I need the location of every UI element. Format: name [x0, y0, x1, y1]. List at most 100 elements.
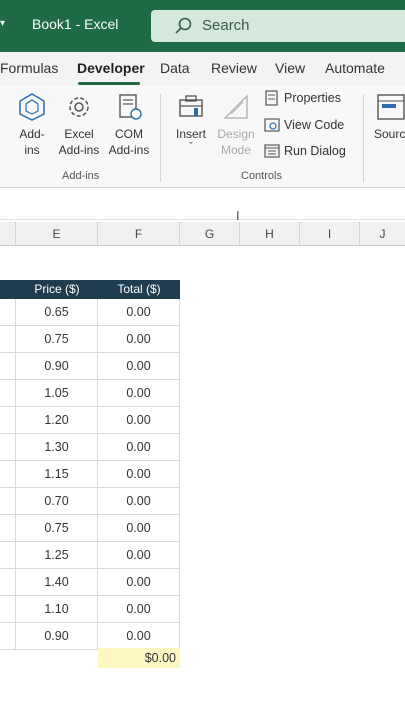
active-tab-indicator [78, 82, 140, 85]
search-box[interactable]: Search [151, 10, 405, 42]
total-cell[interactable]: 0.00 [98, 407, 180, 434]
table-cell-partial[interactable] [0, 326, 16, 353]
column-header-j[interactable]: J [360, 222, 405, 246]
tab-data[interactable]: Data [160, 60, 190, 76]
column-header-i[interactable]: I [300, 222, 360, 246]
xml-source-icon [377, 94, 405, 120]
total-cell[interactable]: 0.00 [98, 326, 180, 353]
column-header-g[interactable]: G [180, 222, 240, 246]
tab-view[interactable]: View [275, 60, 305, 76]
com-add-ins-icon [119, 94, 142, 120]
price-cell[interactable]: 0.90 [16, 353, 98, 380]
price-cell[interactable]: 0.75 [16, 326, 98, 353]
table-header-cell-partial[interactable] [0, 280, 16, 299]
ribbon-tabs: Formulas Developer Data Review View Auto… [0, 52, 405, 86]
add-ins-button[interactable]: Add- ins [12, 92, 52, 158]
total-cell[interactable]: 0.00 [98, 299, 180, 326]
excel-add-ins-button[interactable]: Excel Add-ins [56, 92, 102, 158]
tab-automate[interactable]: Automate [325, 60, 385, 76]
column-header-partial[interactable] [0, 222, 16, 246]
price-cell[interactable]: 0.65 [16, 299, 98, 326]
view-code-icon [264, 118, 280, 132]
quick-access-dropdown-icon[interactable]: ▾ [0, 18, 8, 29]
properties-button[interactable]: Properties [264, 90, 354, 108]
table-cell-partial[interactable] [0, 434, 16, 461]
table-cell-partial[interactable] [0, 515, 16, 542]
price-cell[interactable]: 1.20 [16, 407, 98, 434]
price-cell[interactable]: 0.70 [16, 488, 98, 515]
grand-total-cell[interactable]: $0.00 [98, 648, 180, 668]
run-dialog-icon [264, 144, 280, 158]
total-cell[interactable]: 0.00 [98, 542, 180, 569]
table-cell-partial[interactable] [0, 596, 16, 623]
group-divider [363, 94, 364, 182]
com-add-ins-button[interactable]: COM Add-ins [106, 92, 152, 158]
tab-review[interactable]: Review [211, 60, 257, 76]
total-cell[interactable]: 0.00 [98, 515, 180, 542]
price-cell[interactable]: 1.10 [16, 596, 98, 623]
properties-icon [265, 90, 278, 106]
table-cell-partial[interactable] [0, 542, 16, 569]
insert-label: Insert [175, 127, 206, 141]
gear-icon [69, 97, 89, 117]
column-header-e[interactable]: E [16, 222, 98, 246]
column-headers: E F G H I J [0, 222, 405, 246]
total-cell[interactable]: 0.00 [98, 434, 180, 461]
tab-formulas[interactable]: Formulas [0, 60, 58, 76]
table-cell-partial[interactable] [0, 407, 16, 434]
run-dialog-label: Run Dialog [284, 144, 346, 158]
total-cell[interactable]: 0.00 [98, 596, 180, 623]
total-cell[interactable]: 0.00 [98, 623, 180, 650]
price-cell[interactable]: 1.05 [16, 380, 98, 407]
table-cell-partial[interactable] [0, 299, 16, 326]
formula-bar[interactable] [0, 188, 405, 220]
column-header-h[interactable]: H [240, 222, 300, 246]
window-title: Book1 - Excel [32, 16, 119, 32]
properties-label: Properties [284, 91, 341, 105]
worksheet-grid[interactable]: Price ($) Total ($) 0.65 0.00 0.75 0.00 0.90… [0, 246, 405, 720]
search-icon [175, 17, 192, 34]
total-cell[interactable]: 0.00 [98, 461, 180, 488]
ribbon-panel: Add- ins Excel Add-ins COM Add-ins Add-i… [0, 86, 405, 188]
view-code-label: View Code [284, 118, 345, 132]
add-ins-icon [19, 93, 45, 121]
table-cell-partial[interactable] [0, 380, 16, 407]
price-cell[interactable]: 1.30 [16, 434, 98, 461]
design-mode-label: Design Mode [217, 127, 255, 157]
tab-developer[interactable]: Developer [77, 60, 145, 76]
table-cell-partial[interactable] [0, 353, 16, 380]
insert-chevron-icon: ˇ [189, 141, 193, 153]
source-button[interactable]: Sourc [372, 92, 405, 142]
total-cell[interactable]: 0.00 [98, 380, 180, 407]
price-cell[interactable]: 0.90 [16, 623, 98, 650]
price-cell[interactable]: 1.25 [16, 542, 98, 569]
add-ins-label: Add- ins [19, 127, 45, 157]
column-header-f[interactable]: F [98, 222, 180, 246]
com-add-ins-label: COM Add-ins [108, 127, 150, 157]
toolbox-icon [179, 95, 203, 117]
table-cell-partial[interactable] [0, 461, 16, 488]
text-cursor-icon: I [236, 208, 240, 223]
source-label: Sourc [374, 127, 405, 141]
table-header-total[interactable]: Total ($) [98, 280, 180, 299]
total-cell[interactable]: 0.00 [98, 488, 180, 515]
total-cell[interactable]: 0.00 [98, 569, 180, 596]
price-cell[interactable]: 1.15 [16, 461, 98, 488]
table-cell-partial[interactable] [0, 569, 16, 596]
title-bar: ▾ Book1 - Excel Search [0, 0, 405, 52]
run-dialog-button[interactable]: Run Dialog [264, 143, 354, 161]
table-cell-partial[interactable] [0, 488, 16, 515]
price-cell[interactable]: 0.75 [16, 515, 98, 542]
total-cell[interactable]: 0.00 [98, 353, 180, 380]
group-divider [160, 94, 161, 182]
table-cell-partial[interactable] [0, 623, 16, 650]
table-header-price[interactable]: Price ($) [16, 280, 98, 299]
insert-controls-button[interactable]: Insert ˇ [170, 92, 212, 153]
controls-group-label: Controls [241, 170, 282, 182]
view-code-button[interactable]: View Code [264, 117, 354, 135]
search-placeholder: Search [202, 17, 250, 34]
price-cell[interactable]: 1.40 [16, 569, 98, 596]
design-mode-button[interactable]: Design Mode [215, 92, 257, 158]
add-ins-group-label: Add-ins [62, 170, 100, 182]
excel-add-ins-label: Excel Add-ins [58, 127, 100, 157]
